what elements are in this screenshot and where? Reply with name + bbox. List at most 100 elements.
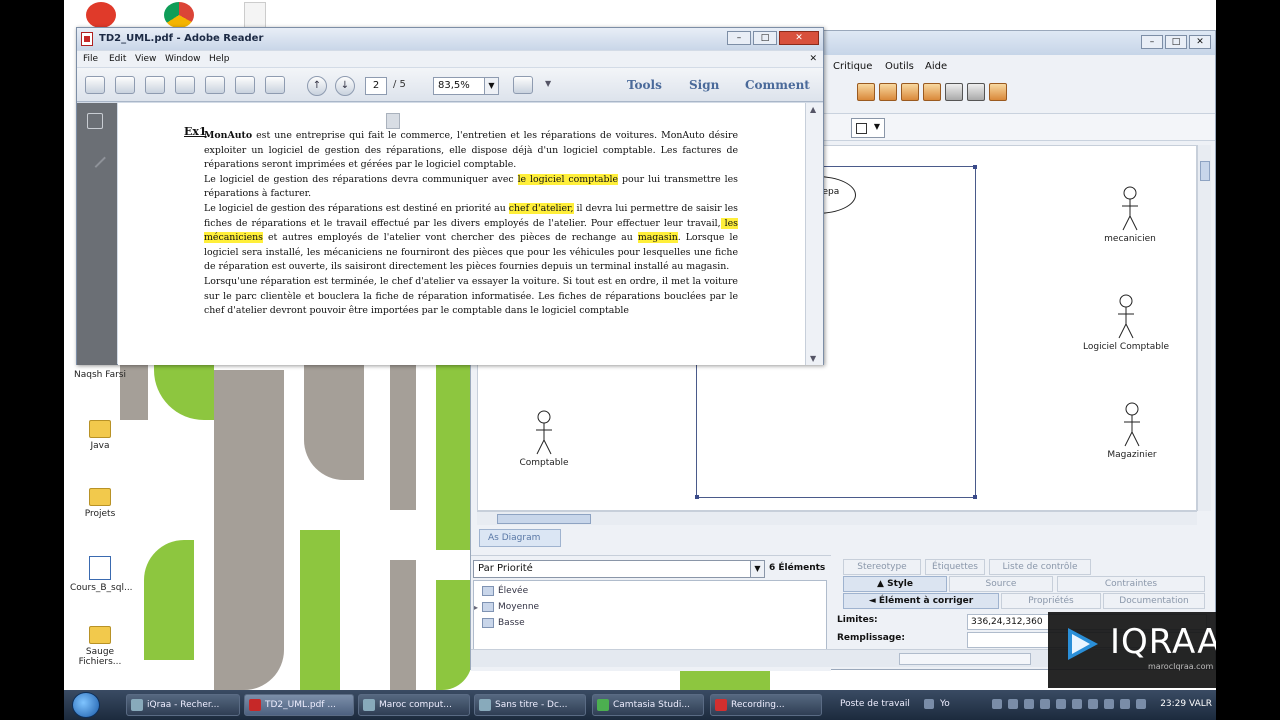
desktop-icon-sauge[interactable]: Sauge Fichiers... — [70, 626, 130, 667]
highlighted-text[interactable]: magasin — [637, 232, 678, 244]
fit-page-icon[interactable] — [513, 76, 533, 94]
scroll-up-icon[interactable]: ▲ — [810, 105, 816, 114]
tab-contraintes[interactable]: Contraintes — [1057, 576, 1205, 592]
tab-etiquettes[interactable]: Étiquettes — [925, 559, 985, 575]
tree-item-elevee[interactable]: Élevée — [482, 584, 528, 598]
create-pdf-icon[interactable] — [115, 76, 135, 94]
toolbar-icon[interactable] — [989, 83, 1007, 101]
reader-titlebar[interactable]: TD2_UML.pdf - Adobe Reader – □ ✕ — [77, 28, 823, 50]
desktop-icon-naqsh[interactable]: Naqsh Farsi — [70, 370, 130, 380]
chevron-down-icon[interactable]: ▼ — [545, 79, 551, 88]
selection-handle[interactable] — [695, 495, 699, 499]
edit-icon[interactable] — [145, 76, 165, 94]
scrollbar-thumb[interactable] — [497, 514, 591, 524]
pdf-page[interactable]: Ex1 MonAuto est une entreprise qui fait … — [118, 103, 805, 365]
tab-documentation[interactable]: Documentation — [1103, 593, 1205, 609]
tray-icon[interactable] — [1136, 699, 1146, 709]
tray-icon[interactable] — [1008, 699, 1018, 709]
maximize-button[interactable]: □ — [753, 31, 777, 45]
desktop-icon-java[interactable]: Java — [70, 420, 130, 451]
task-iqraa[interactable]: iQraa - Recher... — [126, 694, 240, 716]
menu-file[interactable]: File — [83, 54, 98, 64]
tab-as-diagram[interactable]: As Diagram — [479, 529, 561, 547]
tray-icon[interactable] — [1056, 699, 1066, 709]
document-icon[interactable] — [244, 2, 266, 28]
tray-icon[interactable] — [1120, 699, 1130, 709]
save-icon[interactable] — [205, 76, 225, 94]
tray-icon[interactable] — [992, 699, 1002, 709]
highlighted-text[interactable]: chef d'atelier, — [508, 202, 574, 214]
chevron-down-icon[interactable]: ▼ — [750, 561, 764, 577]
chrome-icon[interactable] — [164, 2, 194, 28]
desktop-icon-projets[interactable]: Projets — [70, 488, 130, 519]
page-number-input[interactable]: 2 — [365, 77, 387, 95]
tree-item-moyenne[interactable]: ▸ Moyenne — [474, 600, 539, 614]
tray-icon[interactable] — [1104, 699, 1114, 709]
toolbar-icon[interactable] — [857, 83, 875, 101]
comment-link[interactable]: Comment — [745, 78, 810, 92]
highlighted-text[interactable]: le logiciel comptable — [517, 173, 619, 185]
priority-select[interactable]: Par Priorité ▼ — [473, 560, 765, 578]
menu-outils[interactable]: Outils — [885, 61, 914, 72]
menu-edit[interactable]: Edit — [109, 54, 126, 64]
pages-panel-icon[interactable] — [87, 113, 103, 129]
actor-comptable[interactable]: Comptable — [494, 410, 594, 468]
tray-icon[interactable] — [924, 699, 934, 709]
tab-style[interactable]: ▲ Style — [843, 576, 947, 592]
adobe-reader-window[interactable]: TD2_UML.pdf - Adobe Reader – □ ✕ File Ed… — [76, 27, 824, 365]
tree-item-basse[interactable]: Basse — [482, 616, 525, 630]
tray-icon[interactable] — [1072, 699, 1082, 709]
zoom-select[interactable]: 83,5% ▼ — [433, 77, 499, 95]
print-icon[interactable] — [235, 76, 255, 94]
chevron-down-icon[interactable]: ▼ — [484, 78, 498, 94]
task-maroc[interactable]: Maroc comput... — [358, 694, 470, 716]
toolbar-icon[interactable] — [879, 83, 897, 101]
menu-help[interactable]: Help — [209, 54, 230, 64]
sign-link[interactable]: Sign — [689, 78, 719, 92]
tab-element-a-corriger[interactable]: ◄ Élément à corriger — [843, 593, 999, 609]
maximize-button[interactable]: □ — [1165, 35, 1187, 49]
canvas-horizontal-scrollbar[interactable] — [477, 511, 1197, 525]
expand-icon[interactable]: ▸ — [474, 603, 478, 612]
toolbar-icon[interactable] — [901, 83, 919, 101]
start-button[interactable] — [72, 692, 100, 718]
create-icon[interactable] — [85, 76, 105, 94]
previous-page-icon[interactable]: ↑ — [307, 76, 327, 96]
actor-mecanicien[interactable]: mecanicien — [1080, 186, 1180, 244]
tray-icon[interactable] — [1024, 699, 1034, 709]
minimize-button[interactable]: – — [727, 31, 751, 45]
print-icon[interactable] — [945, 83, 963, 101]
menu-window[interactable]: Window — [165, 54, 201, 64]
cloud-icon[interactable] — [175, 76, 195, 94]
actor-logiciel-comptable[interactable]: Logiciel Comptable — [1076, 294, 1176, 352]
selection-handle[interactable] — [973, 495, 977, 499]
toolbar-icon[interactable] — [923, 83, 941, 101]
selection-handle[interactable] — [973, 165, 977, 169]
menu-view[interactable]: View — [135, 54, 156, 64]
clock[interactable]: 23:29 VALR — [1160, 699, 1212, 709]
actor-magazinier[interactable]: Magazinier — [1082, 402, 1182, 460]
task-adobe-reader[interactable]: TD2_UML.pdf ... — [244, 694, 354, 716]
pdf-vertical-scrollbar[interactable]: ▲ ▼ — [805, 103, 823, 365]
scroll-down-icon[interactable]: ▼ — [810, 354, 816, 363]
task-camtasia[interactable]: Camtasia Studi... — [592, 694, 704, 716]
scrollbar-thumb[interactable] — [1200, 161, 1210, 181]
task-sans-titre[interactable]: Sans titre - Dc... — [474, 694, 586, 716]
email-icon[interactable] — [265, 76, 285, 94]
minimize-button[interactable]: – — [1141, 35, 1163, 49]
tab-proprietes[interactable]: Propriétés — [1001, 593, 1101, 609]
tools-link[interactable]: Tools — [627, 78, 662, 92]
tab-source[interactable]: Source — [949, 576, 1053, 592]
toolbar-icon[interactable] — [967, 83, 985, 101]
tray-icon[interactable] — [1040, 699, 1050, 709]
attachments-icon[interactable] — [86, 148, 106, 168]
tab-stereotype[interactable]: Stereotype — [843, 559, 921, 575]
shape-selector[interactable]: ▼ — [851, 118, 885, 138]
close-button[interactable]: ✕ — [779, 31, 819, 45]
menu-aide[interactable]: Aide — [925, 61, 947, 72]
tray-icon[interactable] — [1088, 699, 1098, 709]
opera-icon[interactable] — [86, 2, 116, 28]
canvas-vertical-scrollbar[interactable] — [1197, 145, 1211, 511]
close-button[interactable]: ✕ — [1189, 35, 1211, 49]
close-document-icon[interactable]: ✕ — [809, 54, 817, 64]
